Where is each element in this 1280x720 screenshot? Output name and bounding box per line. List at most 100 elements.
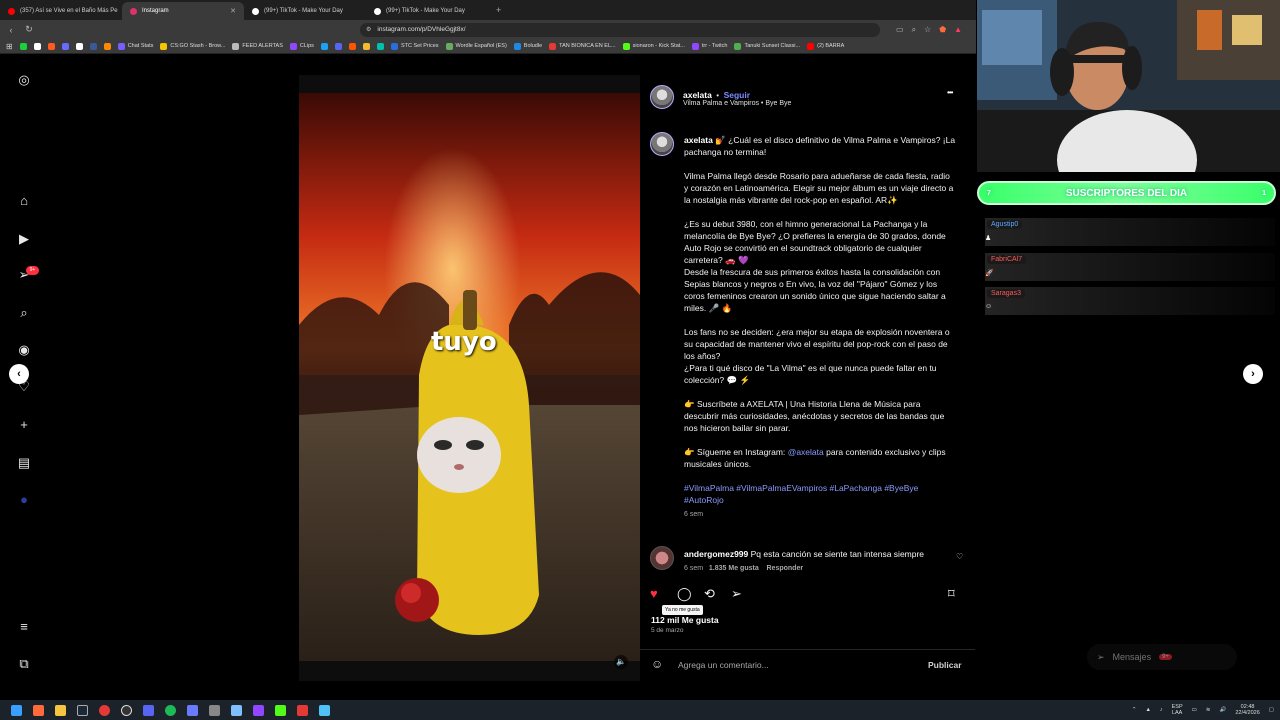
comment-username[interactable]: andergomez999 bbox=[684, 549, 748, 559]
author-avatar[interactable] bbox=[650, 85, 674, 109]
comment-input[interactable]: Agrega un comentario... bbox=[678, 660, 769, 670]
post-video[interactable]: tuyo bbox=[299, 75, 640, 681]
reload-icon[interactable]: ↻ bbox=[24, 24, 34, 35]
file-explorer-icon[interactable] bbox=[55, 704, 66, 716]
browser-tab[interactable]: (357) Así se Vive en el Baño Más Pe bbox=[0, 2, 122, 20]
browser-tab[interactable]: (99+) TikTok - Make Your Day bbox=[366, 2, 488, 20]
repost-icon[interactable]: ⟲ bbox=[704, 586, 715, 602]
save-bookmark-icon[interactable]: ⌑ bbox=[948, 586, 955, 602]
discord-icon[interactable] bbox=[143, 704, 154, 716]
bookmark-item[interactable] bbox=[348, 42, 356, 50]
clock[interactable]: 02:48 22/4/2026 bbox=[1235, 704, 1259, 716]
brave-icon[interactable] bbox=[33, 704, 44, 716]
emoji-icon[interactable]: ☺ bbox=[651, 657, 663, 671]
app-icon[interactable] bbox=[319, 704, 330, 716]
more-options-icon[interactable]: ••• bbox=[947, 88, 953, 97]
cast-icon[interactable]: ▭ bbox=[896, 25, 904, 35]
hashtags[interactable]: #VilmaPalma #VilmaPalmaEVampiros #LaPach… bbox=[684, 482, 956, 506]
close-tab-icon[interactable]: ✕ bbox=[230, 7, 236, 15]
app-icon[interactable] bbox=[209, 704, 220, 716]
network-icon[interactable]: ▲ bbox=[1145, 707, 1150, 713]
obs-icon[interactable] bbox=[121, 704, 132, 716]
likes-count[interactable]: 112 mil Me gusta bbox=[651, 615, 719, 625]
bookmark-item[interactable]: Wordle Español (ES) bbox=[445, 42, 507, 50]
bookmark-item[interactable]: FEED ALERTAS bbox=[232, 42, 283, 50]
bookmark-item[interactable]: TAN BIONICA EN EL... bbox=[549, 42, 616, 50]
explore-icon[interactable]: ◉ bbox=[17, 343, 31, 357]
url-field[interactable]: ⚙ instagram.com/p/DVhleGgjt8x/ bbox=[360, 22, 880, 37]
kick-icon[interactable] bbox=[275, 704, 286, 716]
caption-avatar[interactable] bbox=[650, 132, 674, 156]
next-post-arrow[interactable]: › bbox=[1243, 364, 1263, 384]
bookmark-item[interactable] bbox=[376, 42, 384, 50]
bookmark-item[interactable] bbox=[75, 42, 83, 50]
apps-icon[interactable]: ⊞ bbox=[6, 42, 13, 51]
reels-icon[interactable]: ▶ bbox=[17, 232, 31, 246]
bookmark-item[interactable]: sionaron - Kick Stat... bbox=[622, 42, 685, 50]
search-icon[interactable]: ⌕ bbox=[17, 306, 31, 320]
also-from-meta-icon[interactable]: ⧉ bbox=[17, 657, 31, 671]
browser-tab[interactable]: (99+) TikTok - Make Your Day bbox=[244, 2, 366, 20]
tray-chevron-icon[interactable]: ⌃ bbox=[1132, 707, 1137, 713]
site-info-icon[interactable]: ⚙ bbox=[366, 26, 371, 33]
bookmark-item[interactable]: STC Set Prices bbox=[390, 42, 439, 50]
follow-button[interactable]: Seguir bbox=[724, 90, 750, 100]
app-icon[interactable] bbox=[187, 704, 198, 716]
twitch-icon[interactable] bbox=[253, 704, 264, 716]
back-icon[interactable]: ‹ bbox=[6, 25, 16, 35]
steam-icon[interactable] bbox=[77, 704, 88, 716]
app-icon[interactable] bbox=[297, 704, 308, 716]
browser-tab-active[interactable]: Instagram ✕ bbox=[122, 2, 244, 20]
bookmark-item[interactable] bbox=[103, 42, 111, 50]
brave-rewards-icon[interactable]: ▲ bbox=[954, 25, 962, 35]
bookmark-item[interactable] bbox=[89, 42, 97, 50]
bookmark-item[interactable]: CS:GO Stash - Brow... bbox=[160, 42, 225, 50]
instagram-logo-icon[interactable]: ◎ bbox=[17, 73, 31, 87]
bookmark-item[interactable] bbox=[33, 42, 41, 50]
bookmark-item[interactable]: Tanuki Sunset Classi... bbox=[734, 42, 800, 50]
reply-button[interactable]: Responder bbox=[767, 565, 804, 572]
volume-tray-icon[interactable]: 🔊 bbox=[1219, 707, 1226, 713]
publish-button[interactable]: Publicar bbox=[928, 660, 962, 670]
bookmark-item[interactable]: Chat Stats bbox=[117, 42, 153, 50]
create-icon[interactable]: + bbox=[17, 418, 31, 432]
bookmark-item[interactable] bbox=[320, 42, 328, 50]
profile-icon[interactable]: ● bbox=[17, 493, 31, 507]
bookmark-item[interactable] bbox=[362, 42, 370, 50]
dashboard-icon[interactable]: ▤ bbox=[17, 456, 31, 470]
app-icon[interactable] bbox=[231, 704, 242, 716]
zoom-icon[interactable]: ⌕ bbox=[912, 25, 916, 35]
bookmark-star-icon[interactable]: ☆ bbox=[924, 25, 931, 35]
home-icon[interactable]: ⌂ bbox=[17, 194, 31, 208]
messages-button[interactable]: ➢ Mensajes 9+ bbox=[1087, 644, 1237, 670]
new-tab-button[interactable]: + bbox=[488, 5, 509, 15]
bookmark-item[interactable]: CLips bbox=[289, 42, 314, 50]
bookmark-item[interactable]: Boludle bbox=[513, 42, 542, 50]
commenter-avatar[interactable] bbox=[650, 546, 674, 570]
windows-start-icon[interactable] bbox=[11, 704, 22, 716]
bookmark-item[interactable] bbox=[61, 42, 69, 50]
menu-icon[interactable]: ≡ bbox=[17, 620, 31, 634]
spotify-icon[interactable] bbox=[165, 704, 176, 716]
bookmark-item[interactable] bbox=[19, 42, 27, 50]
microphone-icon[interactable]: ♪ bbox=[1160, 707, 1163, 713]
comment-like-icon[interactable]: ♡ bbox=[956, 552, 963, 561]
volume-icon[interactable]: 🔈 bbox=[614, 655, 628, 669]
wifi-icon[interactable]: ≋ bbox=[1206, 707, 1211, 713]
comment-likes[interactable]: 1.835 Me gusta bbox=[709, 565, 759, 572]
caption-username[interactable]: axelata bbox=[684, 135, 713, 145]
brave-shield-icon[interactable]: ⬟ bbox=[939, 25, 946, 35]
share-icon[interactable]: ➢ bbox=[731, 586, 742, 602]
mention-link[interactable]: @axelata bbox=[788, 447, 824, 457]
comment-icon[interactable]: ◯ bbox=[677, 586, 692, 602]
audio-label[interactable]: Vilma Palma e Vampiros • Bye Bye bbox=[683, 100, 791, 107]
liked-heart-icon[interactable]: ♥ bbox=[650, 586, 658, 602]
display-icon[interactable]: ▭ bbox=[1192, 707, 1197, 713]
bookmark-item[interactable] bbox=[47, 42, 55, 50]
chrome-icon[interactable] bbox=[99, 704, 110, 716]
previous-post-arrow[interactable]: ‹ bbox=[9, 364, 29, 384]
bookmark-item[interactable]: trr - Twitch bbox=[691, 42, 727, 50]
bookmark-item[interactable] bbox=[334, 42, 342, 50]
language-indicator[interactable]: ESP LAA bbox=[1172, 704, 1183, 716]
author-username[interactable]: axelata bbox=[683, 90, 712, 100]
